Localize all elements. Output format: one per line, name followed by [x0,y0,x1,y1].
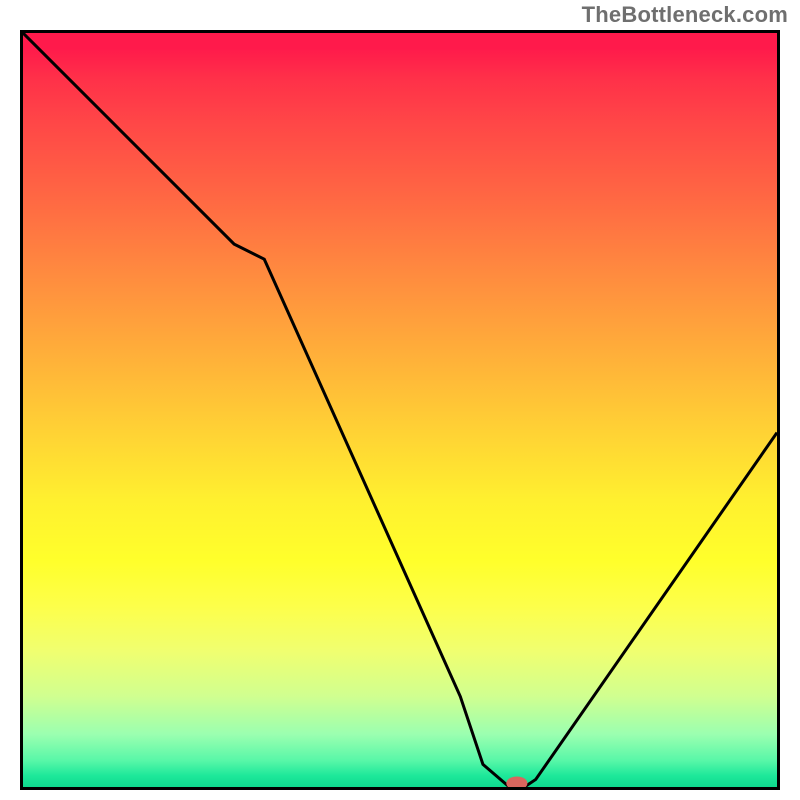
chart-overlay-svg [23,33,777,787]
watermark-text: TheBottleneck.com [582,2,788,28]
optimum-marker [506,776,527,787]
chart-plot-area [20,30,780,790]
chart-stage: TheBottleneck.com [0,0,800,800]
bottleneck-curve [23,33,777,787]
